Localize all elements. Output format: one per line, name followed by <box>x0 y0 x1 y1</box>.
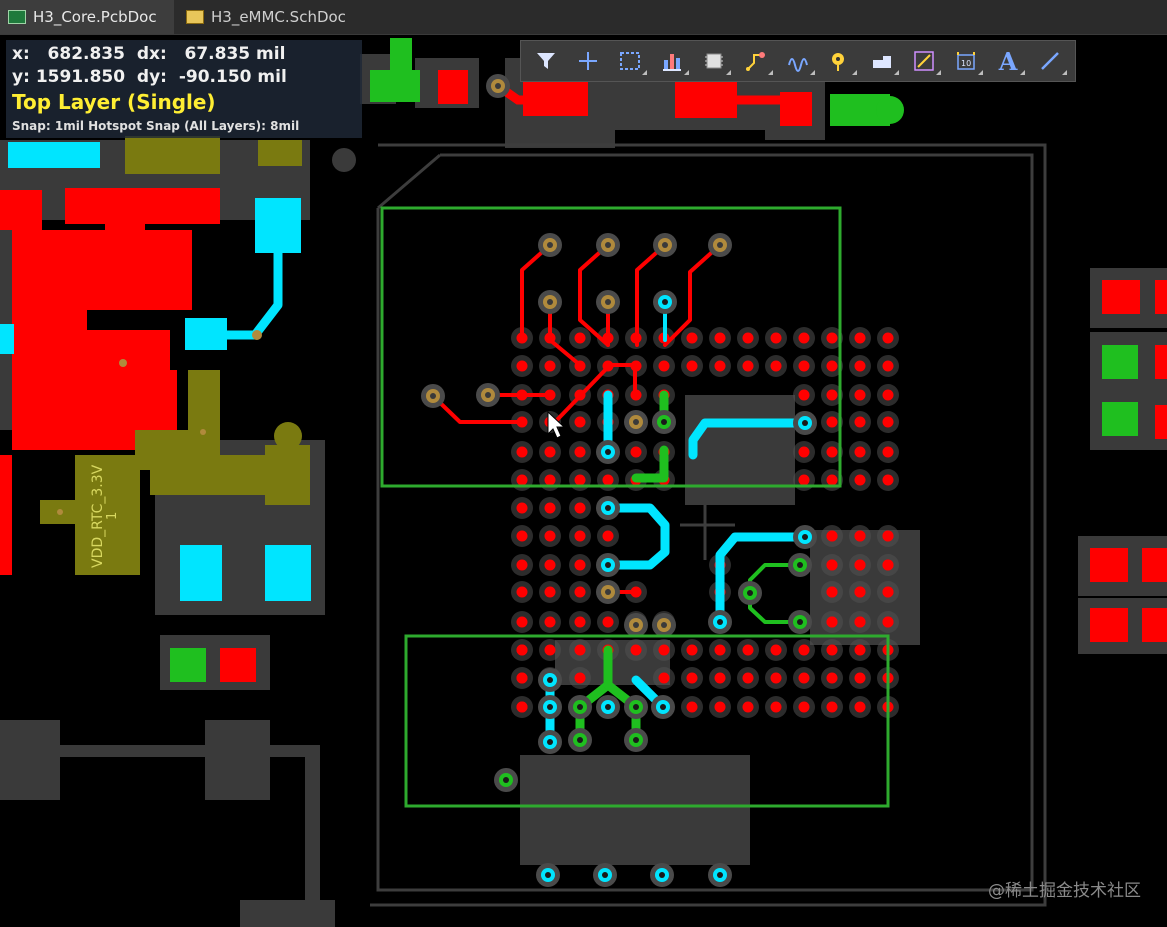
y-value: 1591.850 <box>35 67 126 87</box>
align-button[interactable] <box>651 44 693 78</box>
component-button[interactable] <box>693 44 735 78</box>
filter-button[interactable] <box>525 44 567 78</box>
coordinate-hud: x: 682.835 dx: 67.835 mil y: 1591.850 dy… <box>6 40 362 138</box>
net-label-name: VDD_RTC_3.3V <box>90 464 106 568</box>
tab-label: H3_Core.PcbDoc <box>33 8 157 26</box>
pcb-doc-icon <box>8 10 26 24</box>
interactive-routing-icon <box>746 52 765 71</box>
net-label-pin: 1 <box>105 512 120 520</box>
tab-sch-doc[interactable]: H3_eMMC.SchDoc <box>178 0 368 34</box>
snap-info: Snap: 1mil Hotspot Snap (All Layers): 8m… <box>12 119 300 133</box>
sch-doc-icon <box>186 10 204 24</box>
x-value: 682.835 <box>47 44 125 64</box>
fill-icon <box>873 56 891 68</box>
svg-text:10: 10 <box>961 59 971 68</box>
line-icon <box>1041 52 1059 70</box>
dx-value: 67.835 mil <box>184 44 286 64</box>
hud-x-row: x: 682.835 dx: 67.835 mil <box>12 44 285 64</box>
designator-button[interactable]: 10 <box>945 44 987 78</box>
dy-value: -90.150 mil <box>178 67 287 87</box>
crosshair-icon <box>579 52 597 70</box>
interactive-routing-button[interactable] <box>735 44 777 78</box>
dy-label: dy: <box>136 67 167 87</box>
watermark-text: @稀土掘金技术社区 <box>988 881 1141 901</box>
via-button[interactable] <box>819 44 861 78</box>
filter-icon <box>537 53 555 69</box>
pcb-canvas[interactable] <box>0 34 1167 927</box>
designator-icon: 10 <box>957 52 975 70</box>
fill-button[interactable] <box>861 44 903 78</box>
document-tab-bar: H3_Core.PcbDoc H3_eMMC.SchDoc <box>0 0 1167 35</box>
tab-pcb-doc[interactable]: H3_Core.PcbDoc <box>0 0 174 34</box>
select-button[interactable] <box>609 44 651 78</box>
hud-y-row: y: 1591.850 dy: -90.150 mil <box>12 67 287 87</box>
text-icon: A <box>998 46 1018 76</box>
via-icon <box>832 53 844 71</box>
line-button[interactable] <box>1029 44 1071 78</box>
x-label: x: <box>12 44 30 64</box>
svg-text:1: 1 <box>105 512 120 520</box>
tab-label: H3_eMMC.SchDoc <box>211 8 346 26</box>
svg-text:VDD_RTC_3.3V: VDD_RTC_3.3V <box>90 464 106 568</box>
diff-pair-button[interactable] <box>777 44 819 78</box>
differential-pair-icon <box>788 58 808 72</box>
net-label-vdd-rtc: VDD_RTC_3.3V 1 <box>82 448 142 578</box>
crosshair-button[interactable] <box>567 44 609 78</box>
selection-rect-icon <box>620 52 640 70</box>
line-route-icon <box>914 51 934 71</box>
active-bar-toolbar: 10 A <box>520 40 1076 82</box>
line-route-button[interactable] <box>903 44 945 78</box>
y-label: y: <box>12 67 30 87</box>
dx-label: dx: <box>136 44 167 64</box>
component-icon <box>705 53 723 69</box>
current-layer: Top Layer (Single) <box>12 90 216 114</box>
text-button[interactable]: A <box>987 44 1029 78</box>
chart-icon <box>663 54 681 71</box>
